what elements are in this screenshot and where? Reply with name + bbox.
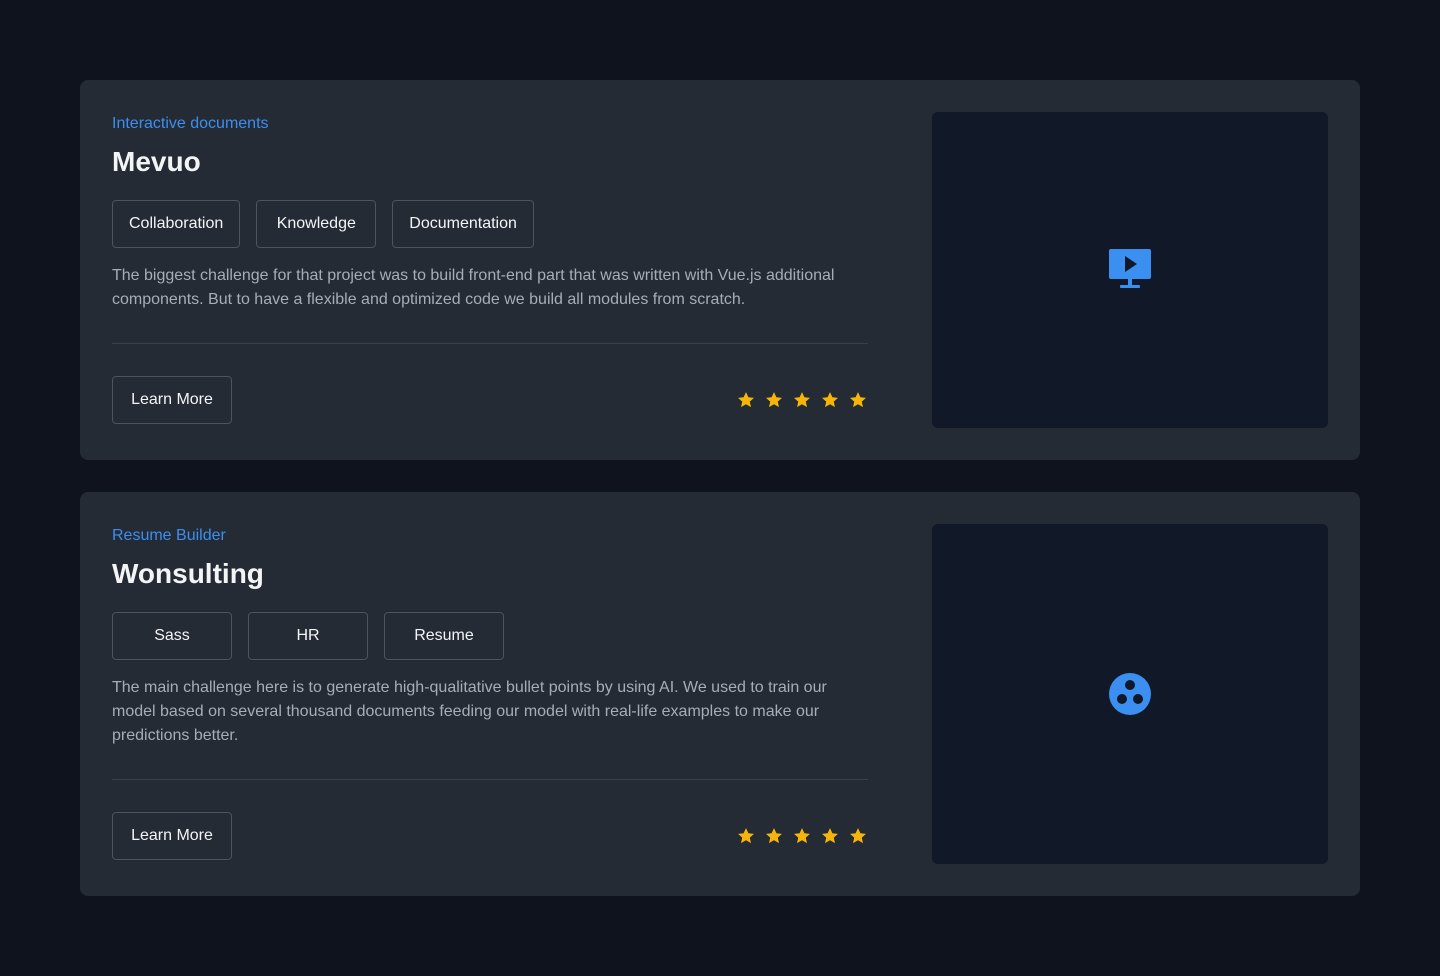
presentation-play-icon: [1109, 249, 1151, 288]
tag-knowledge[interactable]: Knowledge: [256, 200, 377, 248]
project-media: [932, 524, 1328, 864]
star-icon: [766, 828, 782, 844]
project-card-wonsulting: Resume Builder Wonsulting Sass HR Resume…: [80, 492, 1360, 896]
star-icon: [738, 392, 754, 408]
divider: [112, 779, 868, 780]
star-icon: [794, 392, 810, 408]
project-category: Interactive documents: [112, 115, 269, 132]
star-icon: [766, 392, 782, 408]
project-card-mevuo: Interactive documents Mevuo Collaboratio…: [80, 80, 1360, 460]
tag-collaboration[interactable]: Collaboration: [112, 200, 241, 248]
project-description: The biggest challenge for that project w…: [112, 267, 835, 308]
learn-more-button[interactable]: Learn More: [112, 812, 232, 860]
star-rating: [736, 390, 868, 410]
star-icon: [850, 828, 866, 844]
tag-list: Collaboration Knowledge Documentation: [112, 200, 868, 248]
star-icon: [738, 828, 754, 844]
project-description: The main challenge here is to generate h…: [112, 679, 827, 744]
star-icon: [822, 392, 838, 408]
star-rating: [736, 826, 868, 846]
tag-resume[interactable]: Resume: [384, 612, 504, 660]
project-media: [932, 112, 1328, 428]
tag-sass[interactable]: Sass: [112, 612, 232, 660]
tag-documentation[interactable]: Documentation: [392, 200, 534, 248]
film-reel-icon: [1109, 673, 1151, 715]
star-icon: [794, 828, 810, 844]
tag-list: Sass HR Resume: [112, 612, 868, 660]
project-title: Wonsulting: [112, 558, 264, 589]
project-content: Interactive documents Mevuo Collaboratio…: [112, 112, 868, 424]
project-title: Mevuo: [112, 146, 201, 177]
project-content: Resume Builder Wonsulting Sass HR Resume…: [112, 524, 868, 860]
card-footer: Learn More: [112, 812, 868, 860]
tag-hr[interactable]: HR: [248, 612, 368, 660]
project-category: Resume Builder: [112, 527, 226, 544]
card-footer: Learn More: [112, 376, 868, 424]
divider: [112, 343, 868, 344]
star-icon: [850, 392, 866, 408]
learn-more-button[interactable]: Learn More: [112, 376, 232, 424]
star-icon: [822, 828, 838, 844]
page: Interactive documents Mevuo Collaboratio…: [0, 0, 1440, 976]
